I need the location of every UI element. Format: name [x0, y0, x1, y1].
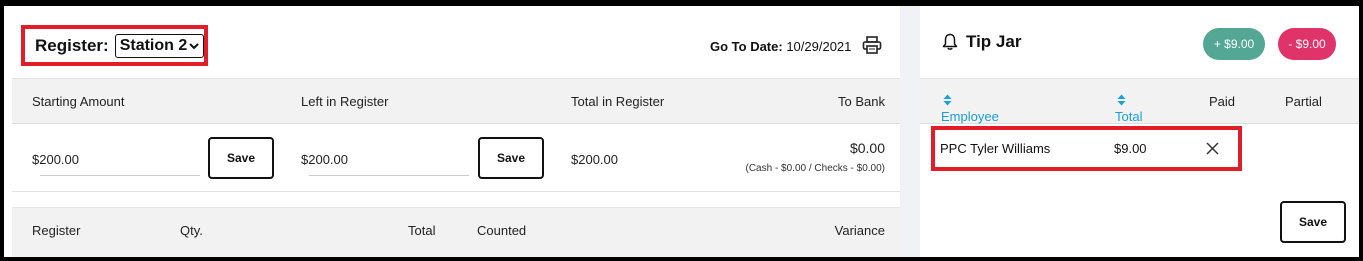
station-select[interactable]: Station 2 [114, 33, 204, 58]
save-left-in-register-button[interactable]: Save [478, 137, 544, 179]
tip-row-employee: PPC Tyler Williams [940, 141, 1051, 156]
printer-icon[interactable] [862, 36, 882, 54]
register-label: Register: [35, 35, 109, 55]
tip-row-highlight: PPC Tyler Williams $9.00 [931, 126, 1242, 171]
starting-amount-underline [40, 175, 200, 176]
register-panel: Register: Station 2 Go To Date: 10/29/20… [4, 6, 900, 257]
section-gap [12, 192, 900, 207]
station-select-value: Station 2 [119, 36, 188, 54]
tip-jar-header-row: Employee Total Paid Partial [920, 78, 1359, 124]
header-to-bank: To Bank [838, 94, 885, 109]
register-header: Register: Station 2 Go To Date: 10/29/20… [4, 6, 900, 78]
total-in-register-value: $200.00 [571, 152, 618, 167]
header-paid: Paid [1209, 94, 1236, 109]
subtract-tip-button[interactable]: - $9.00 [1278, 28, 1336, 60]
register-selector-highlight: Register: Station 2 [21, 25, 208, 66]
tip-jar-panel: Tip Jar + $9.00 - $9.00 Employee Total P… [920, 6, 1359, 257]
header-partial: Partial [1285, 94, 1322, 109]
go-to-date-label: Go To Date: [710, 39, 783, 54]
chevron-down-icon [189, 42, 199, 49]
add-tip-button[interactable]: + $9.00 [1203, 28, 1265, 60]
tip-jar-title-text: Tip Jar [966, 32, 1022, 51]
header-total-label: Total [1115, 109, 1143, 124]
bell-icon [942, 33, 958, 50]
save-starting-amount-button[interactable]: Save [208, 137, 274, 179]
to-bank-cell: $0.00 (Cash - $0.00 / Checks - $0.00) [745, 140, 885, 174]
tip-jar-save-button[interactable]: Save [1280, 201, 1346, 243]
summary-row: $200.00 Save $200.00 Save $200.00 $0.00 … [12, 124, 900, 192]
sort-icon [943, 94, 952, 106]
detail-header-row: Register Qty. Total Counted Variance [12, 207, 900, 257]
header-register: Register [32, 223, 81, 238]
to-bank-detail: (Cash - $0.00 / Checks - $0.00) [745, 163, 885, 174]
header-total: Total [408, 223, 436, 238]
panel-divider [900, 6, 920, 257]
tip-row-total: $9.00 [1114, 141, 1147, 156]
summary-header-row: Starting Amount Left in Register Total i… [12, 78, 900, 124]
left-in-register-input[interactable]: $200.00 [301, 152, 348, 167]
close-icon[interactable] [1206, 142, 1219, 155]
header-employee-sortable[interactable]: Employee [941, 94, 999, 124]
sort-icon [1117, 94, 1126, 106]
header-variance: Variance [834, 223, 885, 238]
header-total-sortable[interactable]: Total [1115, 94, 1142, 124]
header-employee-label: Employee [941, 109, 999, 124]
header-qty: Qty. [180, 223, 203, 238]
starting-amount-input[interactable]: $200.00 [32, 152, 79, 167]
go-to-date[interactable]: Go To Date: 10/29/2021 [710, 39, 851, 54]
app-frame: Register: Station 2 Go To Date: 10/29/20… [4, 6, 1359, 257]
to-bank-value: $0.00 [849, 140, 885, 156]
header-counted: Counted [477, 223, 527, 238]
go-to-date-value: 10/29/2021 [786, 39, 852, 54]
left-in-register-underline [309, 175, 469, 176]
header-left-in-register: Left in Register [301, 94, 389, 109]
tip-jar-title: Tip Jar [942, 32, 1021, 52]
header-starting-amount: Starting Amount [32, 94, 125, 109]
header-total-in-register: Total in Register [571, 94, 665, 109]
